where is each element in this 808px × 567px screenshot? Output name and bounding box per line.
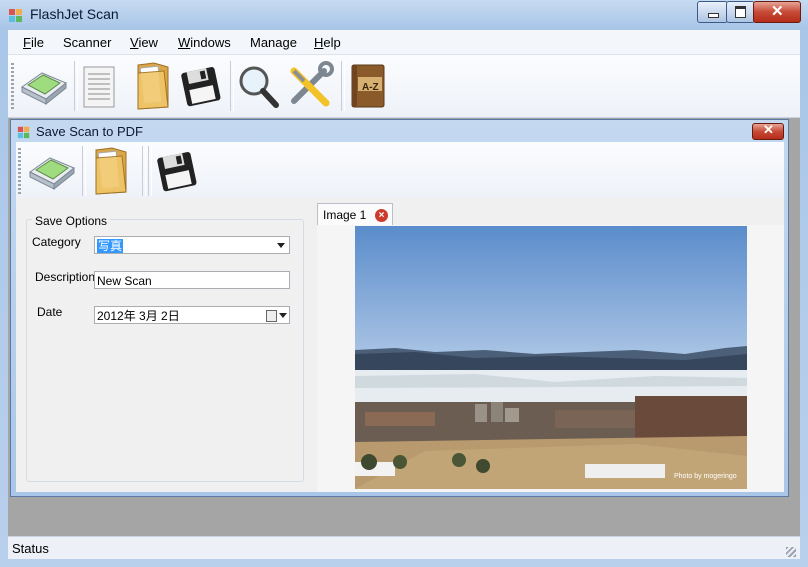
save-disk-icon (181, 67, 221, 107)
scanner-icon (29, 157, 75, 191)
close-icon: ✕ (771, 3, 784, 20)
main-window: FlashJet Scan ✕ File Scanner View Window… (0, 0, 808, 567)
close-icon: ✕ (763, 122, 774, 137)
title-bar[interactable]: FlashJet Scan ✕ (0, 0, 808, 30)
chevron-down-icon[interactable] (277, 243, 285, 248)
date-value: 2012年 3月 2日 (97, 309, 180, 323)
save-options-legend: Save Options (32, 214, 111, 228)
maximize-button[interactable] (726, 1, 755, 23)
magnifier-icon (239, 66, 279, 108)
description-field[interactable]: New Scan (94, 271, 290, 289)
zoom-button[interactable] (232, 59, 288, 113)
photo-credit: Photo by mogeringo (674, 473, 737, 480)
date-picker[interactable]: 2012年 3月 2日 (94, 306, 290, 324)
az-label: A-Z (362, 82, 379, 93)
menu-windows[interactable]: Windows (178, 35, 231, 50)
menu-scanner[interactable]: Scanner (63, 35, 111, 50)
main-toolbar: A-Z (8, 55, 800, 118)
child-client-area: Save Options Category 写真 Description New… (16, 198, 785, 492)
image-viewer: Photo by mogeringo (317, 225, 784, 492)
menu-file[interactable]: File (23, 35, 44, 50)
child-open-button[interactable] (86, 144, 142, 198)
menu-help[interactable]: Help (314, 35, 341, 50)
image-tab-strip: Image 1 × (317, 203, 785, 226)
child-window-icon (17, 126, 30, 139)
tools-button[interactable] (284, 59, 340, 113)
minimize-icon (708, 13, 719, 18)
date-label: Date (37, 305, 63, 319)
child-save-button[interactable] (152, 144, 208, 198)
tools-icon (290, 61, 334, 107)
window-title: FlashJet Scan (30, 6, 119, 22)
save-button[interactable] (176, 59, 232, 113)
menu-view[interactable]: View (130, 35, 158, 50)
category-label: Category (32, 235, 81, 249)
child-scan-button[interactable] (24, 144, 80, 198)
child-window-title: Save Scan to PDF (36, 124, 143, 139)
folder-icon (95, 147, 127, 195)
save-options-group (26, 219, 304, 482)
close-button[interactable]: ✕ (753, 1, 801, 23)
category-combobox[interactable]: 写真 (94, 236, 290, 254)
status-text: Status (12, 541, 49, 556)
toolbar-separator (74, 61, 78, 111)
child-close-button[interactable]: ✕ (752, 122, 784, 140)
toolbar-grip[interactable] (11, 63, 14, 109)
app-icon (9, 9, 22, 22)
toolbar-grip[interactable] (18, 148, 21, 194)
calendar-icon[interactable] (266, 310, 277, 322)
save-scan-window: Save Scan to PDF ✕ Save Options Category… (10, 119, 789, 497)
scanner-icon (21, 72, 67, 106)
menu-manage[interactable]: Manage (250, 35, 297, 50)
minimize-button[interactable] (697, 1, 728, 23)
child-toolbar (16, 142, 784, 198)
scanned-photo (355, 226, 747, 489)
tab-close-icon[interactable]: × (375, 209, 388, 222)
category-value: 写真 (97, 239, 124, 253)
chevron-down-icon[interactable] (279, 313, 287, 318)
tab-image-1[interactable]: Image 1 × (317, 203, 393, 225)
scan-button[interactable] (16, 59, 72, 113)
menu-bar: File Scanner View Windows Manage Help (8, 30, 800, 55)
save-disk-icon (157, 152, 197, 192)
address-book-button[interactable]: A-Z (344, 59, 400, 113)
toolbar-separator (142, 146, 146, 196)
resize-grip[interactable] (786, 547, 796, 557)
tab-label: Image 1 (323, 208, 367, 222)
maximize-icon (735, 6, 746, 18)
status-bar: Status (8, 536, 800, 559)
description-label: Description (35, 270, 96, 284)
